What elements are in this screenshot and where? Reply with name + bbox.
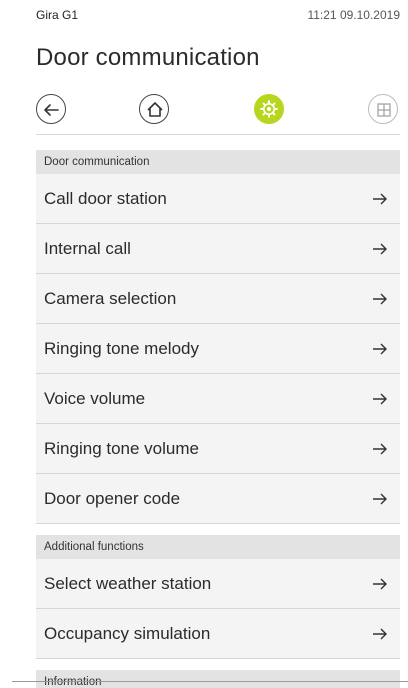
- back-button[interactable]: [36, 94, 66, 124]
- gear-icon: [260, 100, 278, 118]
- house-icon: [147, 102, 163, 117]
- menu-item-label: Occupancy simulation: [44, 624, 211, 643]
- menu-item-label: Ringing tone melody: [44, 339, 199, 358]
- menu-item-label: Select weather station: [44, 574, 212, 593]
- grid-icon: [377, 103, 391, 117]
- grid-button[interactable]: [368, 94, 398, 124]
- menu-item-door-opener-code[interactable]: Door opener code: [36, 474, 400, 524]
- arrow-right-icon: [373, 243, 387, 255]
- menu-item-label: Call door station: [44, 189, 167, 208]
- menu-item-voice-volume[interactable]: Voice volume: [36, 374, 400, 424]
- status-bar: Gira G1 11:21 09.10.2019: [24, 0, 400, 22]
- settings-button[interactable]: [254, 94, 284, 124]
- section-header-door-communication: Door communication: [36, 150, 400, 174]
- menu-item-label: Door opener code: [44, 489, 181, 508]
- menu-item-ringing-tone-volume[interactable]: Ringing tone volume: [36, 424, 400, 474]
- arrow-right-icon: [373, 393, 387, 405]
- arrow-right-icon: [373, 493, 387, 505]
- arrow-right-icon: [373, 578, 387, 590]
- arrow-right-icon: [373, 293, 387, 305]
- menu-item-internal-call[interactable]: Internal call: [36, 224, 400, 274]
- menu-item-camera-selection[interactable]: Camera selection: [36, 274, 400, 324]
- menu-item-select-weather-station[interactable]: Select weather station: [36, 559, 400, 609]
- clock-date: 11:21 09.10.2019: [307, 8, 400, 22]
- arrow-right-icon: [373, 628, 387, 640]
- page-title: Door communication: [36, 44, 260, 71]
- menu-item-label: Camera selection: [44, 289, 177, 308]
- menu-item-label: Ringing tone volume: [44, 439, 199, 458]
- arrow-right-icon: [373, 343, 387, 355]
- arrow-left-icon: [44, 104, 59, 116]
- arrow-right-icon: [373, 193, 387, 205]
- menu-item-label: Internal call: [44, 239, 131, 258]
- device-name: Gira G1: [36, 8, 79, 22]
- home-button[interactable]: [139, 94, 169, 124]
- section-header-additional-functions: Additional functions: [36, 535, 400, 559]
- bottom-divider: [12, 681, 408, 682]
- menu-item-label: Voice volume: [44, 389, 146, 408]
- arrow-right-icon: [373, 443, 387, 455]
- menu-item-occupancy-simulation[interactable]: Occupancy simulation: [36, 609, 400, 659]
- menu-item-ringing-tone-melody[interactable]: Ringing tone melody: [36, 324, 400, 374]
- menu-item-call-door-station[interactable]: Call door station: [36, 174, 400, 224]
- section-header-information: Information: [36, 670, 400, 688]
- nav-bar: [36, 90, 400, 135]
